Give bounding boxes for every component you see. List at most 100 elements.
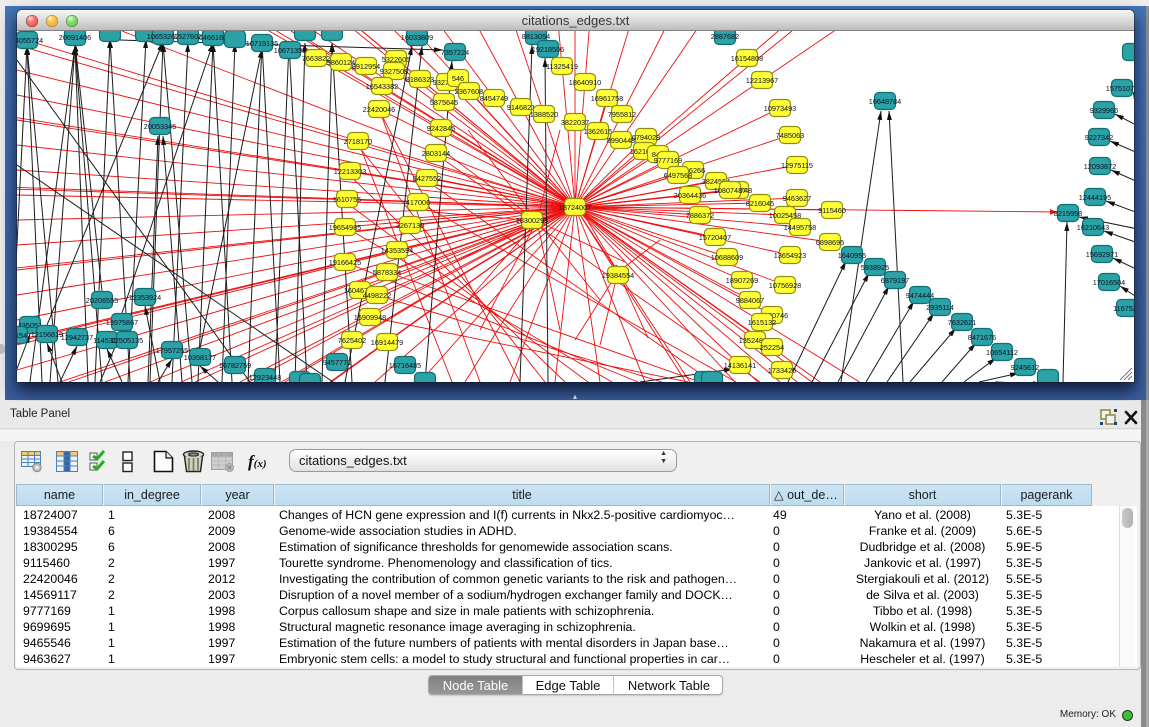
svg-text:15720407: 15720407 bbox=[699, 233, 731, 242]
svg-text:12923448: 12923448 bbox=[249, 373, 281, 382]
svg-text:7632621: 7632621 bbox=[948, 318, 976, 327]
svg-text:19218506: 19218506 bbox=[532, 45, 564, 54]
svg-text:14353594: 14353594 bbox=[381, 246, 413, 255]
svg-text:10654112: 10654112 bbox=[986, 348, 1018, 357]
svg-text:17016504: 17016504 bbox=[1093, 278, 1125, 287]
svg-text:2803144: 2803144 bbox=[422, 149, 450, 158]
svg-text:15716485: 15716485 bbox=[389, 361, 421, 370]
svg-text:9242845: 9242845 bbox=[427, 124, 455, 133]
svg-text:18640910: 18640910 bbox=[569, 78, 601, 87]
svg-text:11325419: 11325419 bbox=[546, 62, 578, 71]
svg-text:12975115: 12975115 bbox=[781, 161, 813, 170]
svg-text:12942737: 12942737 bbox=[61, 333, 93, 342]
svg-text:6794028: 6794028 bbox=[632, 133, 660, 142]
svg-text:6466160: 6466160 bbox=[199, 33, 227, 42]
svg-text:6879197: 6879197 bbox=[881, 276, 909, 285]
svg-text:8813054: 8813054 bbox=[522, 32, 550, 41]
svg-text:6898695: 6898695 bbox=[816, 238, 844, 247]
svg-text:9463627: 9463627 bbox=[783, 194, 811, 203]
svg-text:19654985: 19654985 bbox=[329, 223, 361, 232]
svg-text:16210643: 16210643 bbox=[1077, 223, 1109, 232]
svg-text:5875645: 5875645 bbox=[430, 98, 458, 107]
svg-text:20691406: 20691406 bbox=[59, 33, 91, 42]
svg-text:12156819: 12156819 bbox=[31, 330, 63, 339]
svg-text:14495758: 14495758 bbox=[784, 223, 816, 232]
svg-text:8454749: 8454749 bbox=[480, 94, 508, 103]
svg-text:20206555: 20206555 bbox=[86, 296, 118, 305]
svg-text:16961758: 16961758 bbox=[591, 94, 623, 103]
svg-text:7357224: 7357224 bbox=[441, 48, 469, 57]
svg-text:252254: 252254 bbox=[760, 343, 784, 352]
svg-text:8215958: 8215958 bbox=[1054, 209, 1082, 218]
svg-text:1615132: 1615132 bbox=[748, 318, 776, 327]
svg-text:10973493: 10973493 bbox=[764, 104, 796, 113]
svg-text:8912954: 8912954 bbox=[352, 62, 380, 71]
svg-text:12213303: 12213303 bbox=[334, 167, 366, 176]
svg-text:2718170: 2718170 bbox=[344, 137, 372, 146]
svg-text:16782759: 16782759 bbox=[219, 361, 251, 370]
svg-text:1610755: 1610755 bbox=[333, 195, 361, 204]
svg-text:12093872: 12093872 bbox=[1084, 162, 1116, 171]
svg-text:9227342: 9227342 bbox=[1085, 133, 1113, 142]
svg-text:19384554: 19384554 bbox=[602, 271, 634, 280]
svg-text:546: 546 bbox=[452, 74, 464, 83]
svg-text:7625402: 7625402 bbox=[338, 336, 366, 345]
svg-text:15751074: 15751074 bbox=[1106, 84, 1134, 93]
svg-text:18724007: 18724007 bbox=[559, 203, 591, 212]
svg-text:19166425: 19166425 bbox=[329, 258, 361, 267]
svg-text:12353924: 12353924 bbox=[129, 293, 161, 302]
svg-text:1640955: 1640955 bbox=[838, 251, 866, 260]
svg-text:14055724: 14055724 bbox=[17, 36, 43, 45]
svg-text:417006: 417006 bbox=[406, 198, 430, 207]
svg-text:2887682: 2887682 bbox=[711, 32, 739, 41]
svg-text:14136141: 14136141 bbox=[724, 361, 756, 370]
svg-text:9457771: 9457771 bbox=[323, 358, 351, 367]
svg-text:2935114: 2935114 bbox=[926, 303, 954, 312]
svg-text:7485063: 7485063 bbox=[776, 131, 804, 140]
svg-text:13654923: 13654923 bbox=[774, 251, 806, 260]
svg-text:1167533: 1167533 bbox=[1113, 304, 1134, 313]
svg-text:9777169: 9777169 bbox=[654, 156, 682, 165]
svg-text:8216045: 8216045 bbox=[746, 199, 774, 208]
svg-text:16914479: 16914479 bbox=[371, 338, 403, 347]
svg-text:10807487: 10807487 bbox=[714, 186, 746, 195]
svg-text:10688609: 10688609 bbox=[711, 253, 743, 262]
svg-text:1388520: 1388520 bbox=[530, 110, 558, 119]
svg-text:12505135: 12505135 bbox=[111, 336, 143, 345]
svg-text:3267130: 3267130 bbox=[396, 221, 424, 230]
svg-text:15692971: 15692971 bbox=[1086, 250, 1118, 259]
svg-text:20053346: 20053346 bbox=[144, 122, 176, 131]
svg-text:12444195: 12444195 bbox=[1079, 193, 1111, 202]
svg-text:15909948: 15909948 bbox=[354, 313, 386, 322]
svg-text:9115460: 9115460 bbox=[818, 206, 846, 215]
svg-text:5938925: 5938925 bbox=[861, 263, 889, 272]
svg-text:8471676: 8471676 bbox=[968, 333, 996, 342]
svg-text:18907269: 18907269 bbox=[726, 276, 758, 285]
svg-text:6497568: 6497568 bbox=[664, 171, 692, 180]
svg-text:5878334: 5878334 bbox=[373, 268, 401, 277]
svg-text:18300295: 18300295 bbox=[516, 216, 548, 225]
svg-text:39154: 39154 bbox=[17, 331, 27, 340]
svg-text:22420046: 22420046 bbox=[363, 105, 395, 114]
svg-text:16648784: 16648784 bbox=[869, 97, 901, 106]
svg-text:8427552: 8427552 bbox=[413, 174, 441, 183]
svg-text:8186323: 8186323 bbox=[406, 75, 434, 84]
svg-text:16033809: 16033809 bbox=[401, 33, 433, 42]
svg-text:20364436: 20364436 bbox=[674, 191, 706, 200]
svg-text:10358177: 10358177 bbox=[184, 353, 216, 362]
svg-text:9327505: 9327505 bbox=[380, 67, 408, 76]
svg-text:1733426: 1733426 bbox=[768, 366, 796, 375]
svg-text:4498222: 4498222 bbox=[363, 291, 391, 300]
svg-text:16154808: 16154808 bbox=[731, 54, 763, 63]
svg-text:13975867: 13975867 bbox=[106, 318, 138, 327]
svg-text:1362615: 1362615 bbox=[584, 127, 612, 136]
svg-text:7886372: 7886372 bbox=[686, 211, 714, 220]
svg-text:7955812: 7955812 bbox=[608, 110, 636, 119]
svg-text:3822037: 3822037 bbox=[561, 118, 589, 127]
svg-text:9245612: 9245612 bbox=[1011, 363, 1039, 372]
svg-text:10756928: 10756928 bbox=[769, 281, 801, 290]
svg-text:9884067: 9884067 bbox=[736, 296, 764, 305]
svg-text:12213967: 12213967 bbox=[746, 76, 778, 85]
svg-text:9474444: 9474444 bbox=[906, 291, 934, 300]
svg-text:16543382: 16543382 bbox=[366, 82, 398, 91]
